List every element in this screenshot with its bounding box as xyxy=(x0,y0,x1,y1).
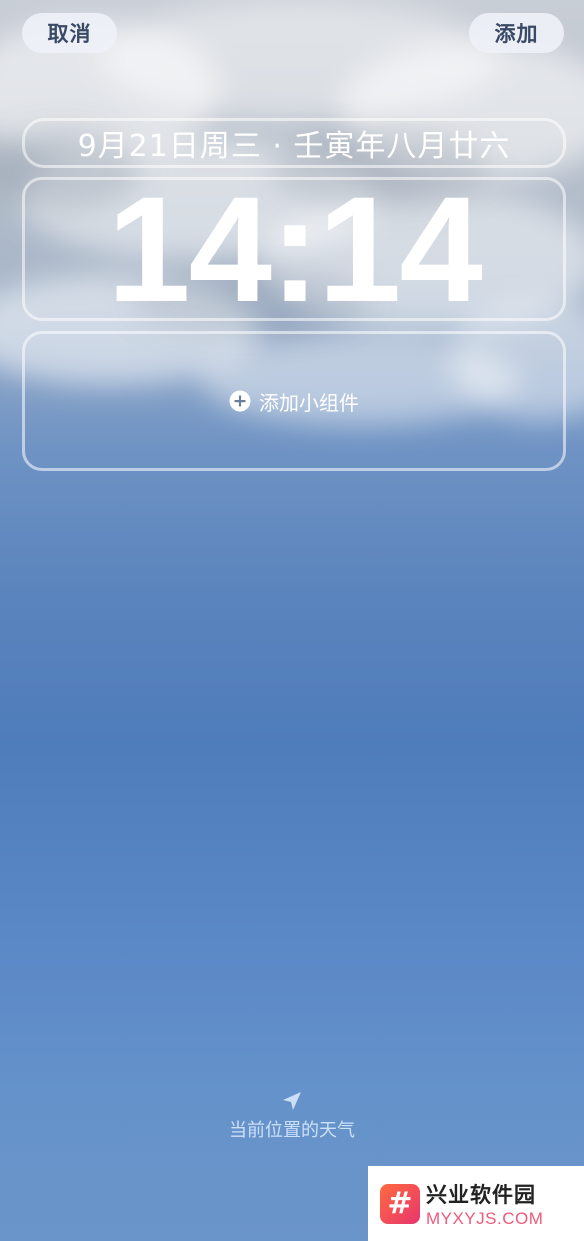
watermark-name: 兴业软件园 xyxy=(426,1182,536,1207)
add-button[interactable]: 添加 xyxy=(469,13,564,53)
plus-circle-icon xyxy=(229,390,251,412)
watermark: # 兴业软件园 MYXYJS.COM xyxy=(368,1166,584,1241)
date-line: 9月21日周三 · 壬寅年八月廿六 xyxy=(77,129,511,164)
add-widget-slot[interactable]: 添加小组件 xyxy=(22,331,566,471)
watermark-logo-glyph: # xyxy=(387,1186,413,1221)
add-widget-label: 添加小组件 xyxy=(259,390,359,415)
weather-location[interactable]: 当前位置的天气 xyxy=(0,1090,584,1142)
location-arrow-icon xyxy=(281,1090,303,1112)
add-button-label: 添加 xyxy=(494,22,539,46)
cancel-button[interactable]: 取消 xyxy=(22,13,117,53)
date-widget-slot[interactable]: 9月21日周三 · 壬寅年八月廿六 xyxy=(22,118,566,168)
watermark-url: MYXYJS.COM xyxy=(426,1208,544,1228)
clock-time: 14:14 xyxy=(107,165,483,333)
clock-slot[interactable]: 14:14 xyxy=(22,165,566,333)
watermark-logo: # xyxy=(380,1183,420,1224)
weather-label: 当前位置的天气 xyxy=(229,1120,355,1141)
cancel-button-label: 取消 xyxy=(47,22,92,46)
